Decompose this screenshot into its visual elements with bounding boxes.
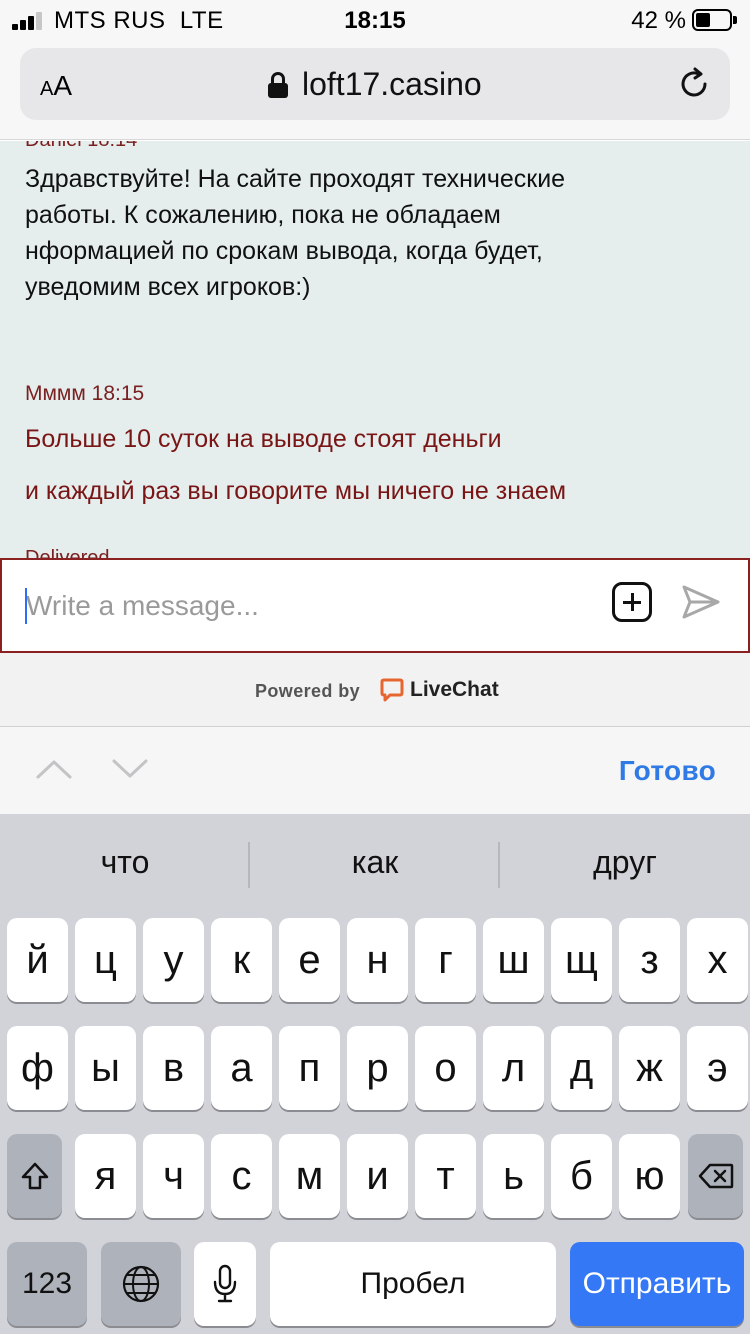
status-bar: MTS RUS LTE 18:15 42 % [0, 0, 750, 40]
suggestion-item[interactable]: как [250, 844, 500, 881]
globe-icon [122, 1265, 160, 1303]
key[interactable]: у [143, 918, 204, 1002]
predictive-suggestions: что как друг [0, 814, 750, 914]
numbers-key[interactable]: 123 [7, 1242, 87, 1326]
key[interactable]: е [279, 918, 340, 1002]
battery-icon [692, 9, 737, 31]
suggestion-item[interactable]: что [0, 844, 250, 881]
key[interactable]: й [7, 918, 68, 1002]
key[interactable]: я [75, 1134, 136, 1218]
url-text[interactable]: loft17.casino [302, 66, 482, 103]
battery-percent: 42 % [631, 7, 686, 34]
key[interactable]: з [619, 918, 680, 1002]
send-key[interactable]: Отправить [570, 1242, 744, 1326]
microphone-icon [213, 1264, 237, 1303]
backspace-key[interactable] [688, 1134, 743, 1218]
text-size-button[interactable]: AA [40, 70, 72, 102]
send-icon[interactable] [680, 582, 722, 622]
powered-by-label: Powered by [255, 681, 361, 701]
lock-icon [268, 72, 288, 98]
key[interactable]: ч [143, 1134, 204, 1218]
text-size-large-a: A [53, 70, 73, 101]
key[interactable]: п [279, 1026, 340, 1110]
text-size-small-a: A [40, 78, 54, 100]
key[interactable]: ц [75, 918, 136, 1002]
livechat-brand-name[interactable]: LiveChat [410, 678, 499, 702]
agent-message: Здравствуйте! На сайте проходят техничес… [25, 165, 566, 301]
key[interactable]: ь [483, 1134, 544, 1218]
shift-key[interactable] [7, 1134, 62, 1218]
message-composer [0, 558, 750, 653]
key[interactable]: д [551, 1026, 612, 1110]
chevron-down-icon[interactable] [112, 757, 148, 781]
reload-icon[interactable] [676, 66, 712, 102]
key[interactable]: р [347, 1026, 408, 1110]
globe-key[interactable] [101, 1242, 181, 1326]
key[interactable]: л [483, 1026, 544, 1110]
chevron-up-icon[interactable] [36, 757, 72, 781]
text-cursor [25, 588, 27, 624]
key[interactable]: к [211, 918, 272, 1002]
key[interactable]: ш [483, 918, 544, 1002]
shift-icon [21, 1162, 48, 1190]
key[interactable]: г [415, 918, 476, 1002]
browser-toolbar: AA loft17.casino [0, 40, 750, 140]
dictation-key[interactable] [194, 1242, 256, 1326]
keyboard-accessory-bar: Готово [0, 727, 750, 814]
keyboard: что как друг й ц у к е н г ш щ з х ф ы в… [0, 814, 750, 1334]
key[interactable]: н [347, 918, 408, 1002]
livechat-logo-icon[interactable] [380, 678, 404, 704]
user-message-meta: Мммм 18:15 [25, 382, 145, 405]
key[interactable]: х [687, 918, 748, 1002]
key[interactable]: с [211, 1134, 272, 1218]
message-input[interactable] [26, 586, 586, 626]
user-message: и каждый раз вы говорите мы ничего не зн… [25, 477, 567, 505]
key[interactable]: о [415, 1026, 476, 1110]
backspace-icon [698, 1163, 733, 1189]
key[interactable]: э [687, 1026, 748, 1110]
key[interactable]: ы [75, 1026, 136, 1110]
suggestion-item[interactable]: друг [500, 844, 750, 881]
key[interactable]: м [279, 1134, 340, 1218]
key[interactable]: ж [619, 1026, 680, 1110]
key[interactable]: ф [7, 1026, 68, 1110]
powered-by-footer: Powered by LiveChat [0, 653, 750, 727]
user-message: Больше 10 суток на выводе стоят деньги [25, 425, 502, 453]
key[interactable]: т [415, 1134, 476, 1218]
key[interactable]: и [347, 1134, 408, 1218]
key[interactable]: а [211, 1026, 272, 1110]
agent-message-meta: Daniel 18:14 [25, 141, 137, 152]
add-attachment-button[interactable] [612, 582, 652, 622]
key[interactable]: ю [619, 1134, 680, 1218]
chat-transcript[interactable]: Daniel 18:14 Здравствуйте! На сайте прох… [0, 141, 750, 558]
key[interactable]: щ [551, 918, 612, 1002]
done-button[interactable]: Готово [619, 755, 716, 787]
delivery-status: Delivered [25, 547, 110, 558]
address-bar[interactable]: AA loft17.casino [20, 48, 730, 120]
key[interactable]: б [551, 1134, 612, 1218]
key[interactable]: в [143, 1026, 204, 1110]
space-key[interactable]: Пробел [270, 1242, 556, 1326]
